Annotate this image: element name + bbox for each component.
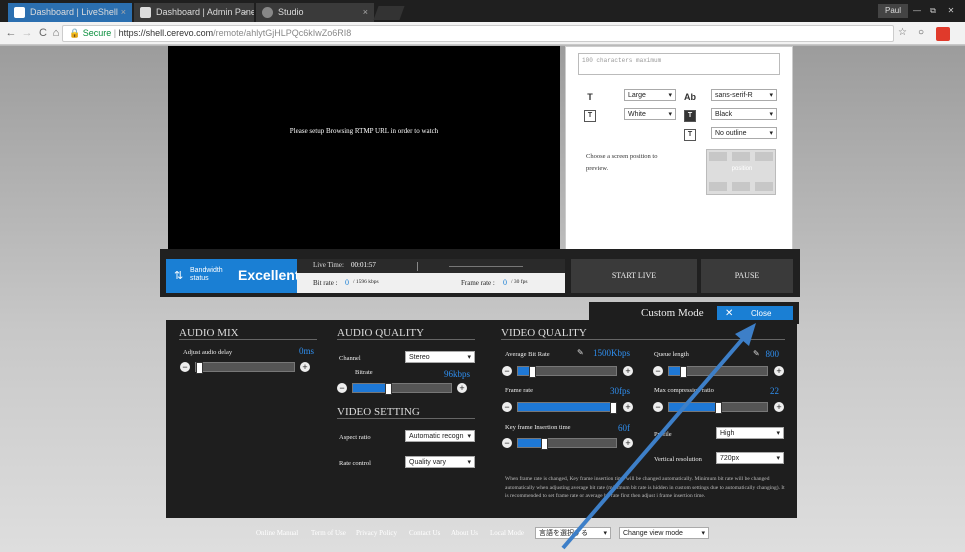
annotation-arrow-icon — [561, 323, 756, 550]
